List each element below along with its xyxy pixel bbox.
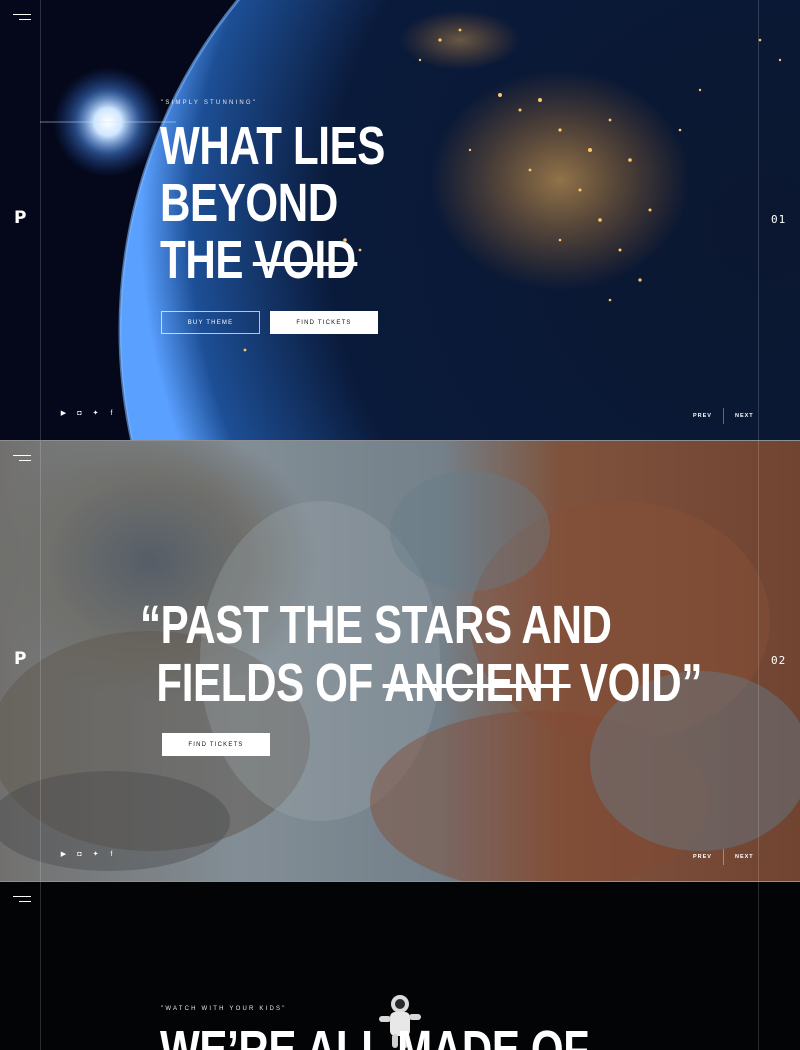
hero-slide-2: P 02 “PAST THE STARS AND FIELDS OF ANCIE…: [0, 441, 800, 881]
logo[interactable]: P: [14, 649, 27, 669]
left-guide-line: [40, 882, 41, 1050]
quote-headline: “PAST THE STARS AND FIELDS OF ANCIENT VO…: [140, 596, 702, 712]
prev-button[interactable]: PREV: [693, 413, 712, 419]
hero-headline: WHAT LIES BEYOND THE VOID: [160, 118, 385, 289]
right-guide-line: [758, 882, 759, 1050]
slide-pager: PREV NEXT: [693, 849, 754, 865]
left-guide-line: [40, 0, 41, 440]
facebook-icon[interactable]: f: [108, 851, 115, 858]
facebook-icon[interactable]: f: [108, 410, 115, 417]
quote-line-2-end: VOID”: [568, 653, 703, 713]
quote-line-2-text: FIELDS OF: [156, 653, 385, 713]
quote-line-1: “PAST THE STARS AND: [140, 595, 612, 655]
headline-line-3: THE VOID: [160, 232, 385, 289]
find-tickets-button[interactable]: FIND TICKETS: [270, 311, 378, 334]
quote-line-2: FIELDS OF ANCIENT VOID”: [140, 654, 702, 712]
struck-word: ANCIENT: [382, 653, 570, 713]
buy-theme-button[interactable]: BUY THEME: [161, 311, 260, 334]
youtube-icon[interactable]: ▶: [60, 410, 67, 417]
instagram-icon[interactable]: ◘: [76, 410, 83, 417]
next-button[interactable]: NEXT: [735, 854, 754, 860]
twitter-icon[interactable]: ✦: [92, 410, 99, 417]
page: P 01 "SIMPLY STUNNING" WHAT LIES BEYOND …: [0, 0, 800, 1050]
instagram-icon[interactable]: ◘: [76, 851, 83, 858]
next-button[interactable]: NEXT: [735, 413, 754, 419]
left-guide-line: [40, 441, 41, 881]
eyebrow-text: "WATCH WITH YOUR KIDS": [161, 1006, 287, 1012]
social-links: ▶ ◘ ✦ f: [60, 410, 115, 417]
headline-line-1: WHAT LIES: [160, 116, 386, 176]
slide-number: 02: [771, 654, 787, 667]
section-3-headline: WE’RE ALL MADE OF: [160, 1020, 589, 1050]
hamburger-menu-icon[interactable]: [13, 14, 31, 22]
right-guide-line: [758, 0, 759, 440]
hamburger-menu-icon[interactable]: [13, 455, 31, 463]
find-tickets-button[interactable]: FIND TICKETS: [162, 733, 270, 756]
pager-divider: [722, 408, 724, 424]
earth-night-background: [0, 0, 800, 440]
headline-line-2: BEYOND: [160, 173, 338, 233]
slide-number: 01: [771, 213, 787, 226]
hero-slide-3: "WATCH WITH YOUR KIDS" WE’RE ALL MADE OF: [0, 882, 800, 1050]
struck-word: VOID: [252, 230, 358, 290]
hero-slide-1: P 01 "SIMPLY STUNNING" WHAT LIES BEYOND …: [0, 0, 800, 440]
twitter-icon[interactable]: ✦: [92, 851, 99, 858]
youtube-icon[interactable]: ▶: [60, 851, 67, 858]
logo[interactable]: P: [14, 208, 27, 228]
hamburger-menu-icon[interactable]: [13, 896, 31, 904]
right-guide-line: [758, 441, 759, 881]
pager-divider: [722, 849, 724, 865]
headline-line-3-text: THE: [160, 230, 255, 290]
slide-pager: PREV NEXT: [693, 408, 754, 424]
eyebrow-text: "SIMPLY STUNNING": [161, 100, 258, 106]
prev-button[interactable]: PREV: [693, 854, 712, 860]
social-links: ▶ ◘ ✦ f: [60, 851, 115, 858]
